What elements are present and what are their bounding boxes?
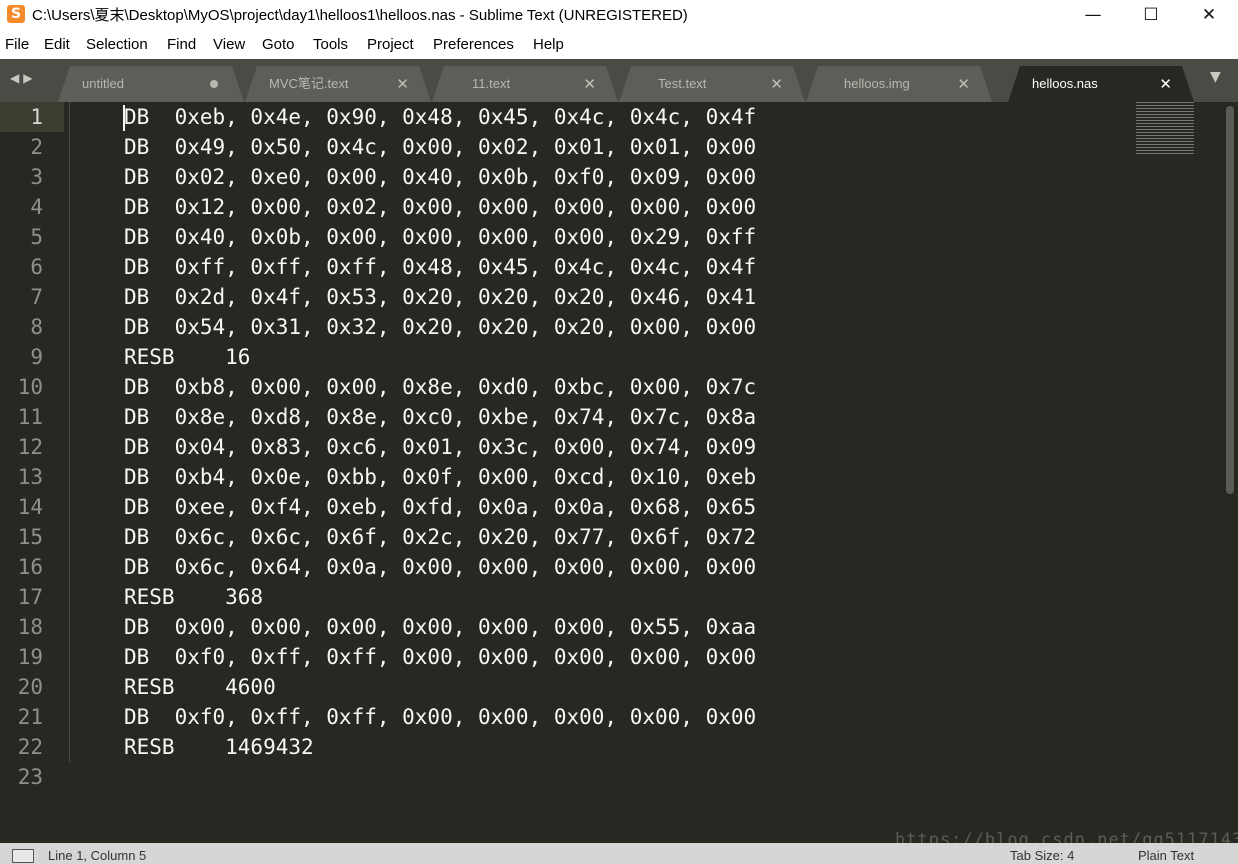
line-number: 8 [30, 315, 43, 339]
code-line[interactable]: DB 0xeb, 0x4e, 0x90, 0x48, 0x45, 0x4c, 0… [124, 102, 756, 132]
cursor-position: Line 1, Column 5 [48, 848, 147, 863]
line-number: 23 [17, 765, 43, 789]
line-number: 2 [30, 135, 43, 159]
line-number: 13 [17, 465, 43, 489]
tab-label: helloos.nas [1032, 76, 1098, 91]
tab-helloos-nas[interactable]: helloos.nas ✕ [1008, 66, 1194, 102]
line-number: 9 [30, 345, 43, 369]
tab-label: 11.text [472, 76, 511, 91]
line-number: 1 [30, 105, 43, 129]
code-line[interactable]: DB 0x6c, 0x64, 0x0a, 0x00, 0x00, 0x00, 0… [124, 552, 756, 582]
tab-11-text[interactable]: 11.text ✕ [432, 66, 618, 102]
code-line[interactable]: RESB 1469432 [124, 732, 314, 762]
tab-label: helloos.img [844, 76, 910, 91]
tab-nav-arrows-icon[interactable]: ◀▶ [10, 71, 36, 85]
text-caret [123, 105, 125, 131]
code-line[interactable]: DB 0xee, 0xf4, 0xeb, 0xfd, 0x0a, 0x0a, 0… [124, 492, 756, 522]
code-editor[interactable]: 1 2 3 4 5 6 7 8 9 10 11 12 13 14 15 16 1… [0, 102, 1238, 850]
code-line[interactable]: DB 0xb8, 0x00, 0x00, 0x8e, 0xd0, 0xbc, 0… [124, 372, 756, 402]
code-line[interactable]: DB 0x02, 0xe0, 0x00, 0x40, 0x0b, 0xf0, 0… [124, 162, 756, 192]
code-line[interactable]: DB 0x54, 0x31, 0x32, 0x20, 0x20, 0x20, 0… [124, 312, 756, 342]
line-number: 17 [17, 585, 43, 609]
line-number: 10 [17, 375, 43, 399]
close-tab-icon[interactable]: ✕ [770, 66, 783, 102]
line-number: 15 [17, 525, 43, 549]
close-tab-icon[interactable]: ✕ [396, 66, 409, 102]
code-line[interactable]: RESB 16 [124, 342, 250, 372]
code-line[interactable]: DB 0x49, 0x50, 0x4c, 0x00, 0x02, 0x01, 0… [124, 132, 756, 162]
line-number: 11 [17, 405, 43, 429]
code-line[interactable]: DB 0x40, 0x0b, 0x00, 0x00, 0x00, 0x00, 0… [124, 222, 756, 252]
line-number: 14 [17, 495, 43, 519]
tab-list-dropdown-icon[interactable]: ▼ [1210, 69, 1221, 85]
tab-label: MVC笔记.text [269, 76, 349, 91]
close-tab-icon[interactable]: ✕ [583, 66, 596, 102]
menu-edit[interactable]: Edit [44, 31, 70, 59]
line-number: 4 [30, 195, 43, 219]
menu-selection[interactable]: Selection [86, 31, 148, 59]
syntax-selector[interactable]: Plain Text [1138, 848, 1194, 863]
close-tab-icon[interactable]: ✕ [1159, 66, 1172, 102]
maximize-button[interactable]: ☐ [1122, 0, 1180, 31]
sublime-text-icon: S [7, 5, 25, 23]
tab-test-text[interactable]: Test.text ✕ [619, 66, 805, 102]
line-number: 16 [17, 555, 43, 579]
vertical-scrollbar[interactable] [1226, 106, 1234, 494]
menu-tools[interactable]: Tools [313, 31, 348, 59]
code-line[interactable]: RESB 368 [124, 582, 263, 612]
status-bar: Line 1, Column 5 Tab Size: 4 Plain Text [0, 843, 1238, 864]
menu-project[interactable]: Project [367, 31, 414, 59]
minimap[interactable] [1136, 102, 1194, 156]
code-line[interactable]: DB 0x00, 0x00, 0x00, 0x00, 0x00, 0x00, 0… [124, 612, 756, 642]
line-number: 22 [17, 735, 43, 759]
close-tab-icon[interactable]: ✕ [957, 66, 970, 102]
tab-bar: ◀▶ untitled MVC笔记.text ✕ 11.text ✕ Test.… [0, 59, 1238, 102]
menu-find[interactable]: Find [167, 31, 196, 59]
line-number: 18 [17, 615, 43, 639]
line-number: 12 [17, 435, 43, 459]
line-number: 5 [30, 225, 43, 249]
tab-label: untitled [82, 76, 124, 91]
menu-goto[interactable]: Goto [262, 31, 295, 59]
gutter-divider [69, 102, 70, 762]
code-line[interactable]: DB 0x12, 0x00, 0x02, 0x00, 0x00, 0x00, 0… [124, 192, 756, 222]
menu-file[interactable]: File [5, 31, 29, 59]
tab-helloos-img[interactable]: helloos.img ✕ [806, 66, 992, 102]
tab-mvc-notes[interactable]: MVC笔记.text ✕ [245, 66, 431, 102]
tab-label: Test.text [658, 76, 707, 91]
code-line[interactable]: DB 0xf0, 0xff, 0xff, 0x00, 0x00, 0x00, 0… [124, 642, 756, 672]
menu-preferences[interactable]: Preferences [433, 31, 514, 59]
tab-size-selector[interactable]: Tab Size: 4 [1010, 848, 1074, 863]
title-bar: S C:\Users\夏末\Desktop\MyOS\project\day1\… [0, 0, 1238, 31]
code-line[interactable]: DB 0xf0, 0xff, 0xff, 0x00, 0x00, 0x00, 0… [124, 702, 756, 732]
code-line[interactable]: DB 0x04, 0x83, 0xc6, 0x01, 0x3c, 0x00, 0… [124, 432, 756, 462]
line-number: 3 [30, 165, 43, 189]
line-number: 20 [17, 675, 43, 699]
code-line[interactable]: DB 0x2d, 0x4f, 0x53, 0x20, 0x20, 0x20, 0… [124, 282, 756, 312]
line-number: 6 [30, 255, 43, 279]
close-button[interactable]: ✕ [1180, 0, 1238, 31]
code-line[interactable]: DB 0x8e, 0xd8, 0x8e, 0xc0, 0xbe, 0x74, 0… [124, 402, 756, 432]
panel-toggle-icon[interactable] [12, 849, 34, 863]
code-line[interactable]: RESB 4600 [124, 672, 276, 702]
window-title: C:\Users\夏末\Desktop\MyOS\project\day1\he… [32, 7, 688, 24]
code-line[interactable]: DB 0x6c, 0x6c, 0x6f, 0x2c, 0x20, 0x77, 0… [124, 522, 756, 552]
code-line[interactable]: DB 0xb4, 0x0e, 0xbb, 0x0f, 0x00, 0xcd, 0… [124, 462, 756, 492]
tab-untitled[interactable]: untitled [58, 66, 244, 102]
line-number-gutter: 1 2 3 4 5 6 7 8 9 10 11 12 13 14 15 16 1… [0, 102, 60, 843]
menu-help[interactable]: Help [533, 31, 564, 59]
code-line[interactable]: DB 0xff, 0xff, 0xff, 0x48, 0x45, 0x4c, 0… [124, 252, 756, 282]
line-number: 7 [30, 285, 43, 309]
menu-view[interactable]: View [213, 31, 245, 59]
line-number: 19 [17, 645, 43, 669]
minimize-button[interactable]: — [1064, 0, 1122, 31]
line-number: 21 [17, 705, 43, 729]
menu-bar: File Edit Selection Find View Goto Tools… [0, 31, 1238, 59]
unsaved-dot-icon[interactable] [210, 80, 218, 88]
